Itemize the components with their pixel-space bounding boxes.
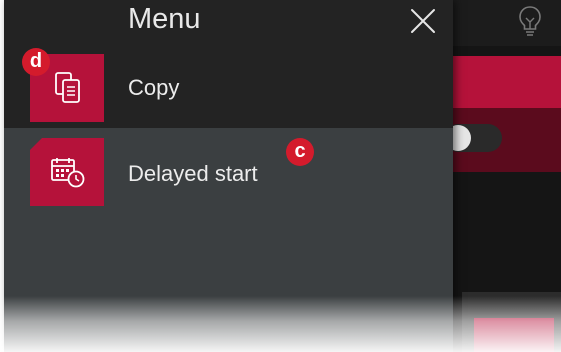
lightbulb-icon [519,6,541,36]
background-red-band [453,56,561,108]
annotation-badge-d: d [22,48,50,76]
menu-title: Menu [128,3,201,35]
annotation-badge-c: c [286,138,314,166]
menu-item-label: Copy [128,75,180,100]
menu-item-delayed-start[interactable]: Delayed start [4,132,453,216]
copy-icon [55,72,80,103]
menu-item-copy[interactable]: Copy [4,48,453,132]
close-icon[interactable] [408,6,438,36]
background-card-red [474,318,554,352]
background-lower-area [453,172,561,290]
background-top-bar [453,0,561,46]
menu-item-label: Delayed start [128,161,258,186]
calendar-clock-icon [51,158,85,188]
side-menu: Menu Copy Delayed start [4,0,453,352]
delayed-start-tile [30,138,104,206]
